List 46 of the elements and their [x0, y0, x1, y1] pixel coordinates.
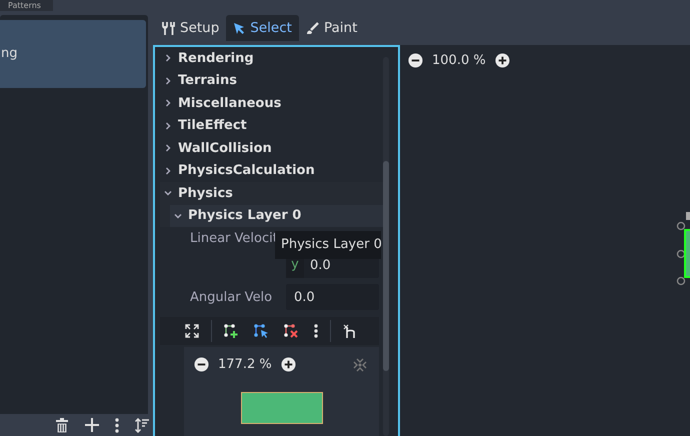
- tile-handles-drawing[interactable]: [676, 212, 690, 286]
- chevron-icon[interactable]: [164, 76, 172, 85]
- zoom-out-icon[interactable]: [408, 53, 423, 68]
- zoom-out-icon[interactable]: [194, 357, 209, 372]
- center-view-icon[interactable]: [353, 358, 367, 372]
- tools-icon: [162, 21, 175, 35]
- chevron-icon[interactable]: [164, 144, 172, 152]
- chevron-icon[interactable]: [164, 166, 172, 175]
- tree-section-row[interactable]: Physics Layer 0: [170, 204, 383, 227]
- zoom-in-icon[interactable]: [280, 357, 296, 372]
- chevron-icon[interactable]: [164, 189, 172, 198]
- snap-icon[interactable]: [343, 324, 356, 338]
- delete-point-icon[interactable]: [284, 324, 299, 338]
- zoom-in-icon[interactable]: [494, 53, 510, 68]
- select-point-icon[interactable]: [254, 324, 269, 338]
- property-label: Angular Velo: [190, 290, 274, 304]
- chevron-icon[interactable]: [164, 99, 172, 108]
- cursor-icon: [233, 22, 246, 34]
- tile-swatch[interactable]: [241, 392, 323, 424]
- plus-icon[interactable]: [85, 418, 99, 432]
- mode-tab[interactable]: Paint: [298, 15, 364, 41]
- more-vertical-icon[interactable]: [115, 418, 119, 432]
- list-item[interactable]: ng: [0, 20, 146, 88]
- expand-icon[interactable]: [185, 324, 199, 338]
- tree-section-row[interactable]: WallCollision: [160, 137, 383, 160]
- mode-tab[interactable]: Select: [226, 15, 299, 41]
- chevron-icon[interactable]: [174, 212, 182, 220]
- brush-icon: [306, 22, 319, 34]
- tree-section-row[interactable]: Rendering: [160, 47, 383, 70]
- chevron-icon[interactable]: [164, 54, 172, 62]
- tab[interactable]: Patterns: [0, 0, 53, 11]
- number-field[interactable]: 0.0: [286, 284, 379, 310]
- trash-icon[interactable]: [55, 418, 69, 432]
- sort-icon[interactable]: [135, 418, 149, 432]
- tree-section-row[interactable]: PhysicsCalculation: [160, 160, 383, 182]
- tree-section-row[interactable]: Miscellaneous: [160, 92, 383, 114]
- mode-tab[interactable]: Setup: [155, 15, 226, 41]
- add-point-icon[interactable]: [224, 324, 239, 338]
- scrollbar-thumb[interactable]: [383, 161, 389, 371]
- more-vertical-icon[interactable]: [314, 324, 318, 338]
- chevron-icon[interactable]: [164, 122, 172, 130]
- tree-section-row[interactable]: TileEffect: [160, 114, 383, 137]
- tree-section-row[interactable]: Terrains: [160, 70, 383, 92]
- tooltip: Physics Layer 0: [275, 231, 381, 259]
- zoom-level: 100.0 %: [432, 53, 486, 68]
- zoom-level: 177.2 %: [218, 357, 272, 372]
